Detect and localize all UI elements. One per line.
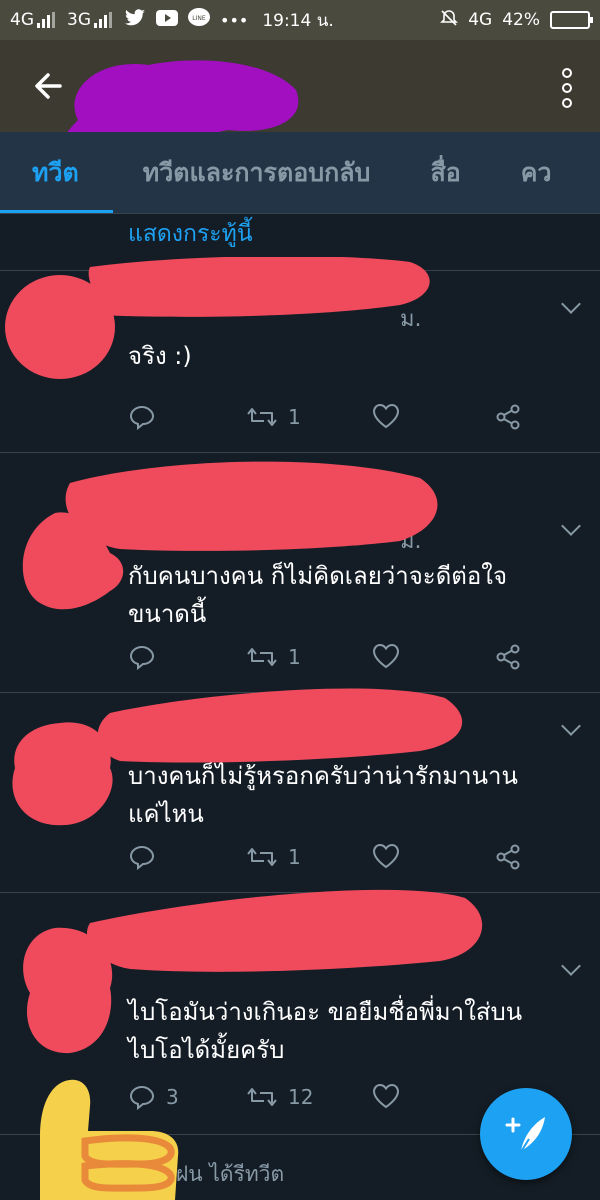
network-1: 4G bbox=[10, 10, 55, 30]
reply-icon bbox=[129, 645, 155, 671]
retweet-icon bbox=[247, 1088, 277, 1106]
reply-button[interactable] bbox=[128, 403, 166, 431]
network-2: 3G bbox=[67, 10, 112, 30]
more-notifications-icon: ••• bbox=[220, 10, 249, 30]
share-button[interactable] bbox=[494, 643, 522, 671]
signal-icon bbox=[94, 12, 112, 28]
chevron-down-icon[interactable] bbox=[561, 516, 581, 536]
tweet-text: บางคนก็ไม่รู้หรอกครับว่าน่ารักมานาน แค่ไ… bbox=[128, 757, 578, 833]
line-icon: LINE bbox=[188, 8, 210, 32]
signal-icon bbox=[37, 12, 55, 28]
battery-icon bbox=[550, 11, 593, 29]
tweet-text-line: บางคนก็ไม่รู้หรอกครับว่าน่ารักมานาน bbox=[128, 762, 518, 790]
svg-text:LINE: LINE bbox=[192, 15, 206, 22]
tab-likes[interactable]: คว bbox=[491, 132, 582, 213]
share-icon bbox=[496, 404, 520, 430]
tweet-text-line: จริง :) bbox=[128, 342, 192, 370]
chevron-down-icon[interactable] bbox=[561, 294, 581, 314]
youtube-icon bbox=[156, 10, 178, 30]
tweet-text: กับคนบางคน ก็ไม่คิดเลยว่าจะดีต่อใจ ขนาดน… bbox=[128, 557, 578, 633]
battery-percent: 42% bbox=[502, 10, 540, 30]
retweet-count: 1 bbox=[288, 405, 301, 429]
tab-tweets[interactable]: ทวีต bbox=[0, 132, 113, 213]
more-dot bbox=[562, 83, 572, 93]
retweet-count: 1 bbox=[288, 845, 301, 869]
thumbs-up-sticker bbox=[40, 1079, 179, 1200]
profile-tabs: ทวีต ทวีตและการตอบกลับ สื่อ คว bbox=[0, 132, 600, 214]
share-button[interactable] bbox=[494, 403, 522, 431]
reply-icon bbox=[129, 405, 155, 431]
retweet-button[interactable]: 1 bbox=[246, 643, 301, 671]
retweet-icon bbox=[247, 848, 277, 866]
tweet-2[interactable]: ม. กับคนบางคน ก็ไม่คิดเลยว่าจะดีต่อใจ ขน… bbox=[0, 453, 600, 689]
tweet-text-line: แค่ไหน bbox=[128, 800, 204, 828]
profile-header bbox=[0, 40, 600, 163]
tweet-text-line: ขนาดนี้ bbox=[128, 600, 207, 628]
like-button[interactable] bbox=[372, 1083, 410, 1109]
tweet-text: ไบโอมันว่างเกินอะ ขอยืมชื่อพี่มาใส่บน ไบ… bbox=[128, 993, 578, 1069]
tweet-text-line: กับคนบางคน ก็ไม่คิดเลยว่าจะดีต่อใจ bbox=[128, 562, 508, 590]
more-dot bbox=[562, 68, 572, 78]
tweet-actions: 1 bbox=[128, 403, 528, 435]
network-1-label: 4G bbox=[10, 10, 34, 30]
network-right-label: 4G bbox=[468, 10, 493, 30]
like-button[interactable] bbox=[372, 643, 410, 669]
more-dot bbox=[562, 98, 572, 108]
heart-icon bbox=[372, 643, 400, 669]
retweet-button[interactable]: 12 bbox=[246, 1083, 313, 1111]
reply-button[interactable] bbox=[128, 643, 166, 671]
retweet-button[interactable]: 1 bbox=[246, 403, 301, 431]
retweet-count: 1 bbox=[288, 645, 301, 669]
heart-icon bbox=[372, 843, 400, 869]
share-icon bbox=[496, 644, 520, 670]
tab-tweets-and-replies[interactable]: ทวีตและการตอบกลับ bbox=[113, 132, 401, 213]
more-options-button[interactable] bbox=[562, 68, 574, 108]
retweet-icon bbox=[247, 408, 277, 426]
tweet-3[interactable]: ม. บางคนก็ไม่รู้หรอกครับว่าน่ารักมานาน แ… bbox=[0, 688, 600, 891]
heart-icon bbox=[372, 403, 400, 429]
tweet-text: จริง :) bbox=[128, 337, 578, 375]
tweet-meta: ม. bbox=[400, 307, 422, 332]
retweet-count: 12 bbox=[288, 1085, 314, 1109]
share-icon bbox=[496, 844, 520, 870]
chevron-down-icon[interactable] bbox=[561, 956, 581, 976]
tab-media[interactable]: สื่อ bbox=[400, 132, 490, 213]
tweet-meta: ม. bbox=[405, 729, 427, 754]
show-thread-link[interactable]: แสดงกระทู้นี้ bbox=[128, 216, 253, 252]
twitter-icon bbox=[124, 9, 146, 31]
heart-icon bbox=[372, 1083, 400, 1109]
clock: 19:14 น. bbox=[262, 10, 334, 31]
retweet-button[interactable]: 1 bbox=[246, 843, 301, 871]
compose-tweet-button[interactable] bbox=[480, 1088, 572, 1180]
retweet-notice: ฝน ได้รีทวีต bbox=[176, 1162, 285, 1186]
network-2-label: 3G bbox=[67, 10, 91, 30]
tweet-actions: 1 bbox=[128, 843, 528, 875]
tweet-text-line: ไบโอมันว่างเกินอะ ขอยืมชื่อพี่มาใส่บน bbox=[128, 998, 523, 1026]
tweet-text-line: ไบโอได้มั้ยครับ bbox=[128, 1036, 285, 1064]
share-button[interactable] bbox=[494, 843, 522, 871]
tweet-meta: ม. bbox=[400, 529, 422, 554]
retweet-icon bbox=[247, 648, 277, 666]
tweet-1[interactable]: ม. จริง :) 1 bbox=[0, 257, 600, 451]
reply-button[interactable] bbox=[128, 843, 166, 871]
tweet-actions: 1 bbox=[128, 643, 528, 675]
like-button[interactable] bbox=[372, 843, 410, 869]
reply-icon bbox=[129, 845, 155, 871]
chevron-down-icon[interactable] bbox=[561, 716, 581, 736]
mute-icon bbox=[440, 9, 459, 32]
compose-feather-icon bbox=[505, 1117, 545, 1156]
like-button[interactable] bbox=[372, 403, 410, 429]
status-bar: 4G 3G LINE ••• 19:14 น. 4G 42% bbox=[0, 0, 600, 40]
status-right: 4G 42% bbox=[440, 9, 593, 32]
